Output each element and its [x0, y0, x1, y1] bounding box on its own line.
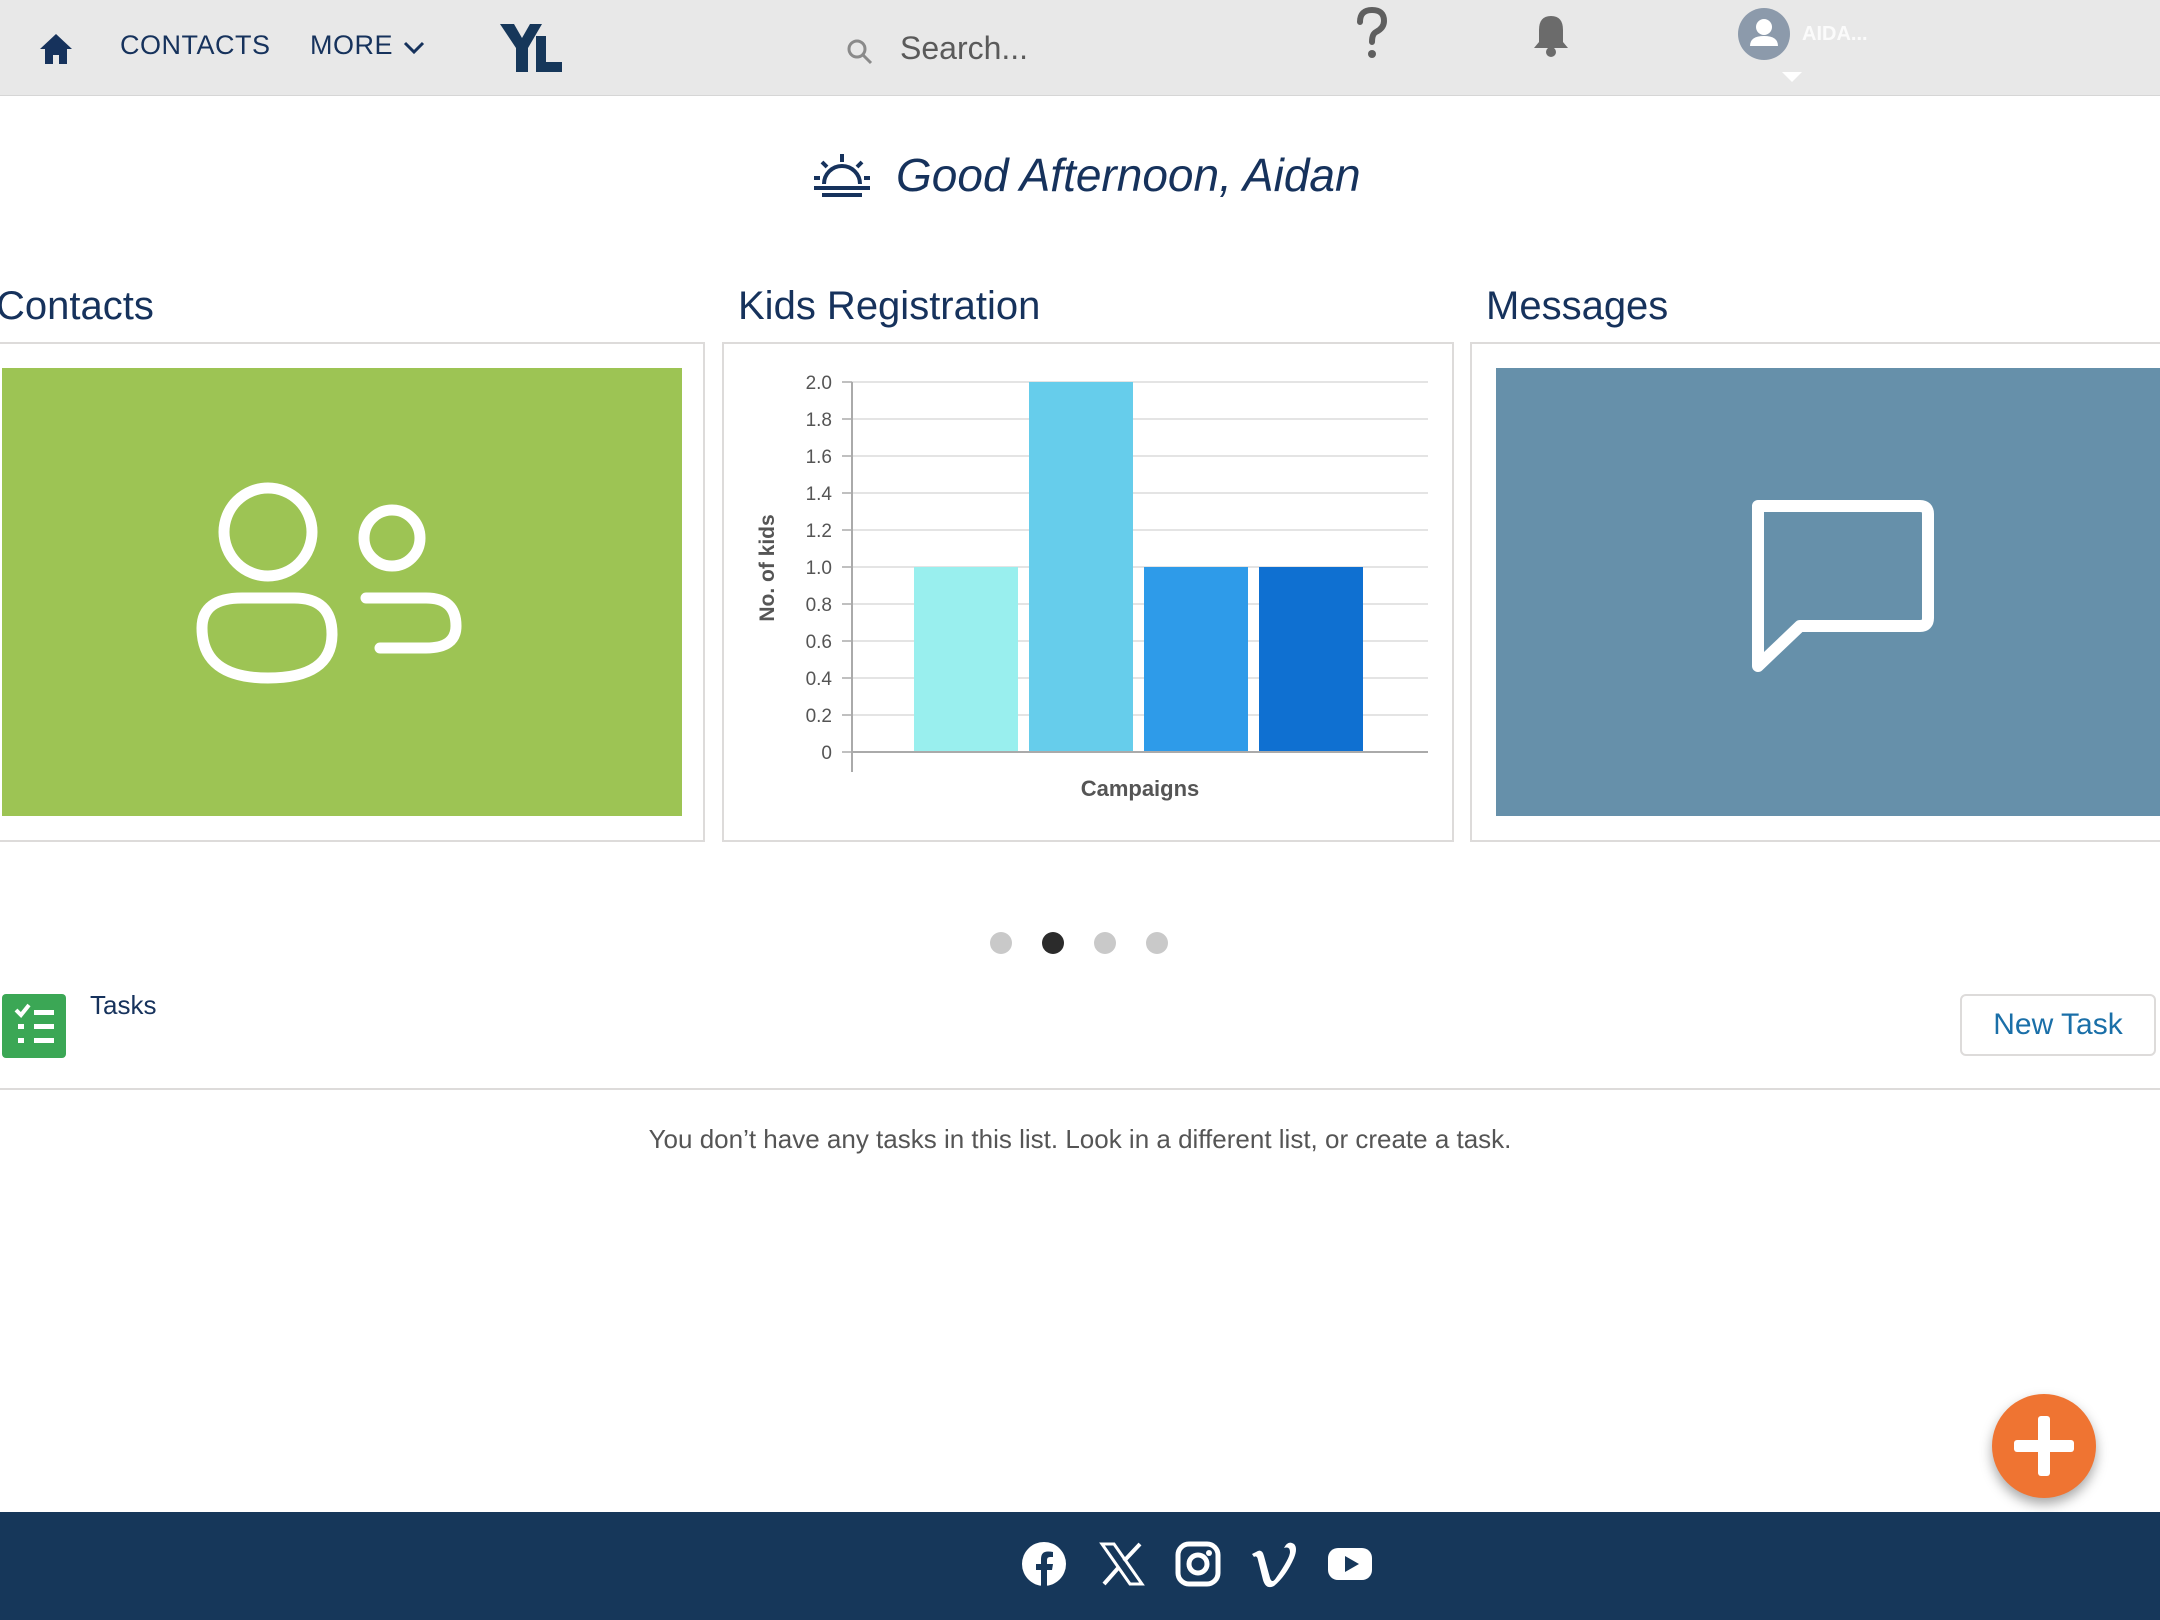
y-tick-label: 0	[821, 743, 832, 764]
user-menu-caret-icon[interactable]	[1782, 72, 1802, 82]
youtube-icon[interactable]	[1326, 1540, 1374, 1588]
contacts-card[interactable]	[0, 342, 705, 842]
carousel-dot-4[interactable]	[1146, 932, 1168, 954]
brand-logo[interactable]	[498, 22, 564, 74]
tasks-title[interactable]: Tasks	[90, 990, 156, 1021]
y-tick-label: 1.8	[806, 410, 832, 431]
user-name[interactable]: AIDA...	[1802, 23, 1868, 46]
contacts-card-title[interactable]: Contacts	[0, 284, 154, 329]
x-icon[interactable]	[1098, 1540, 1146, 1588]
tasks-empty-message: You don’t have any tasks in this list. L…	[648, 1124, 1512, 1154]
x-axis-label: Campaigns	[1081, 776, 1200, 801]
y-tick-label: 0.6	[806, 632, 832, 653]
y-tick-label: 1.2	[806, 521, 832, 542]
sunrise-icon	[814, 154, 870, 197]
y-tick-label: 2.0	[806, 373, 832, 394]
y-axis-label: No. of kids	[756, 514, 779, 621]
nav-contacts-link[interactable]: CONTACTS	[120, 30, 271, 61]
top-nav-bar: CONTACTS MORE AIDA...	[0, 0, 2160, 96]
search-input[interactable]	[900, 22, 1320, 74]
chart-bar-2[interactable]	[1029, 382, 1133, 752]
user-icon	[1750, 19, 1778, 46]
facebook-icon[interactable]	[1020, 1540, 1068, 1588]
chart-bar-1[interactable]	[914, 567, 1018, 752]
chart-bar-4[interactable]	[1259, 567, 1363, 752]
y-tick-label: 1.0	[806, 558, 832, 579]
home-icon[interactable]	[38, 32, 74, 66]
help-icon[interactable]	[1352, 6, 1392, 62]
add-fab-button[interactable]	[1992, 1394, 2096, 1498]
new-task-button[interactable]: New Task	[1960, 994, 2156, 1056]
message-bubble-icon	[1752, 500, 1934, 672]
y-tick-label: 0.4	[806, 669, 833, 690]
chart-card-title[interactable]: Kids Registration	[738, 284, 1040, 329]
footer	[0, 1512, 2160, 1620]
chevron-down-icon[interactable]	[402, 40, 426, 56]
y-tick-label: 1.4	[806, 484, 833, 505]
vimeo-icon[interactable]	[1250, 1540, 1298, 1588]
contacts-icon	[196, 482, 462, 684]
y-tick-label: 1.6	[806, 447, 832, 468]
bell-icon[interactable]	[1530, 12, 1572, 58]
instagram-icon[interactable]	[1174, 1540, 1222, 1588]
contacts-tile[interactable]	[2, 368, 682, 816]
kids-registration-chart: 2.0 1.8 1.6 1.4 1.2 1.0 0.8 0.6 0.4 0.2 0 No. of k…	[756, 373, 1428, 801]
chart-bar-3[interactable]	[1144, 567, 1248, 752]
tasks-list-icon	[2, 994, 66, 1058]
carousel-dot-1[interactable]	[990, 932, 1012, 954]
avatar[interactable]	[1738, 8, 1790, 60]
carousel-dot-2[interactable]	[1042, 932, 1064, 954]
tasks-divider	[0, 1088, 2160, 1090]
carousel-dot-3[interactable]	[1094, 932, 1116, 954]
messages-tile[interactable]	[1496, 368, 2160, 816]
kids-registration-chart-card[interactable]: 2.0 1.8 1.6 1.4 1.2 1.0 0.8 0.6 0.4 0.2 0 No. of k…	[722, 342, 1454, 842]
y-tick-label: 0.2	[806, 706, 832, 727]
nav-more-menu[interactable]: MORE	[310, 30, 393, 61]
messages-card-title[interactable]: Messages	[1486, 284, 1668, 329]
plus-icon	[2014, 1416, 2074, 1476]
y-tick-label: 0.8	[806, 595, 832, 616]
greeting-text: Good Afternoon, Aidan	[896, 149, 1361, 201]
messages-card[interactable]	[1470, 342, 2160, 842]
search-icon	[847, 39, 873, 65]
